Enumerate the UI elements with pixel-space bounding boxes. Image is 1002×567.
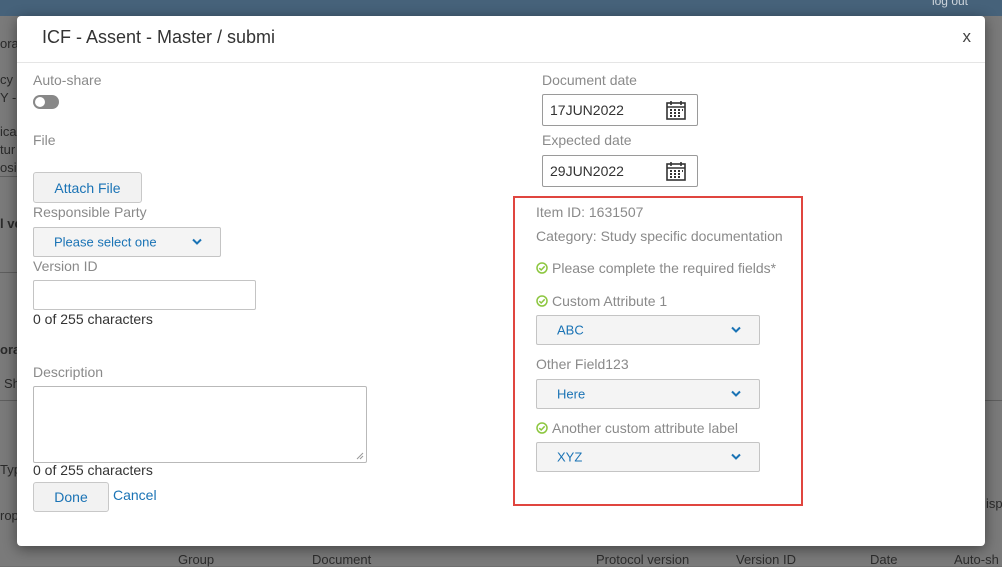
autoshare-toggle[interactable] (33, 95, 59, 109)
custom-attribute-1-text: Custom Attribute 1 (552, 293, 668, 309)
background-divider (0, 176, 17, 177)
required-fields-text: Please complete the required fields* (552, 260, 777, 276)
required-fields-note: Please complete the required fields* (536, 260, 776, 276)
another-attribute-value: XYZ (557, 449, 583, 465)
expected-date-field[interactable]: 29JUN2022 (542, 155, 698, 187)
chevron-down-icon (731, 390, 741, 397)
background-divider (0, 400, 17, 401)
calendar-icon[interactable] (665, 160, 687, 182)
background-text: Y - (0, 90, 17, 105)
cancel-link[interactable]: Cancel (113, 487, 157, 503)
check-circle-icon (536, 262, 548, 274)
category-text: Category: Study specific documentation (536, 228, 783, 244)
background-text: ica (0, 124, 17, 139)
document-date-label: Document date (542, 72, 637, 88)
column-header-date[interactable]: Date (870, 552, 897, 567)
check-circle-icon (536, 295, 548, 307)
version-id-input[interactable] (33, 280, 256, 310)
another-attribute-text: Another custom attribute label (552, 420, 738, 436)
description-char-counter: 0 of 255 characters (33, 462, 153, 478)
description-label: Description (33, 364, 104, 380)
custom-attribute-1-value: ABC (557, 322, 584, 338)
column-header-document[interactable]: Document (312, 552, 371, 567)
logout-link[interactable]: log out (932, 0, 968, 8)
background-text: rop (0, 508, 19, 523)
other-field-select[interactable]: Here (536, 379, 760, 409)
document-date-field[interactable]: 17JUN2022 (542, 94, 698, 126)
expected-date-label: Expected date (542, 132, 632, 148)
close-button[interactable]: x (963, 27, 972, 47)
responsible-party-value: Please select one (54, 234, 157, 250)
column-header-version-id[interactable]: Version ID (736, 552, 796, 567)
responsible-party-select[interactable]: Please select one (33, 227, 221, 257)
background-divider (0, 272, 17, 273)
background-divider (985, 400, 1002, 401)
edit-document-modal: ICF - Assent - Master / submi x Auto-sha… (17, 16, 985, 546)
column-header-group[interactable]: Group (178, 552, 214, 567)
column-header-protocol-version[interactable]: Protocol version (596, 552, 689, 567)
custom-attribute-1-select[interactable]: ABC (536, 315, 760, 345)
custom-attribute-1-label: Custom Attribute 1 (536, 293, 667, 309)
modal-header-divider (17, 62, 985, 63)
modal-title: ICF - Assent - Master / submi (42, 27, 276, 47)
responsible-party-label: Responsible Party (33, 204, 147, 220)
other-field-value: Here (557, 386, 586, 402)
chevron-down-icon (192, 238, 202, 245)
autoshare-label: Auto-share (33, 72, 102, 88)
done-button[interactable]: Done (33, 482, 109, 512)
chevron-down-icon (731, 453, 741, 460)
file-label: File (33, 132, 56, 148)
description-textarea[interactable] (33, 386, 367, 463)
check-circle-icon (536, 422, 548, 434)
resize-grip-icon[interactable] (356, 452, 364, 460)
background-text: tur (0, 142, 16, 157)
background-text: osi (0, 160, 17, 175)
column-header-autoshare[interactable]: Auto-sh (954, 552, 999, 567)
another-attribute-select[interactable]: XYZ (536, 442, 760, 472)
background-text: ora (0, 36, 19, 51)
item-id-text: Item ID: 1631507 (536, 204, 644, 220)
other-field-label: Other Field123 (536, 356, 629, 372)
chevron-down-icon (731, 326, 741, 333)
attach-file-button[interactable]: Attach File (33, 172, 142, 203)
calendar-icon[interactable] (665, 99, 687, 121)
background-top-bar (0, 0, 1002, 16)
document-date-value: 17JUN2022 (550, 102, 624, 118)
version-id-char-counter: 0 of 255 characters (33, 311, 153, 327)
version-id-label: Version ID (33, 258, 98, 274)
another-attribute-label: Another custom attribute label (536, 420, 738, 436)
expected-date-value: 29JUN2022 (550, 163, 624, 179)
background-text: isp (986, 496, 1002, 511)
